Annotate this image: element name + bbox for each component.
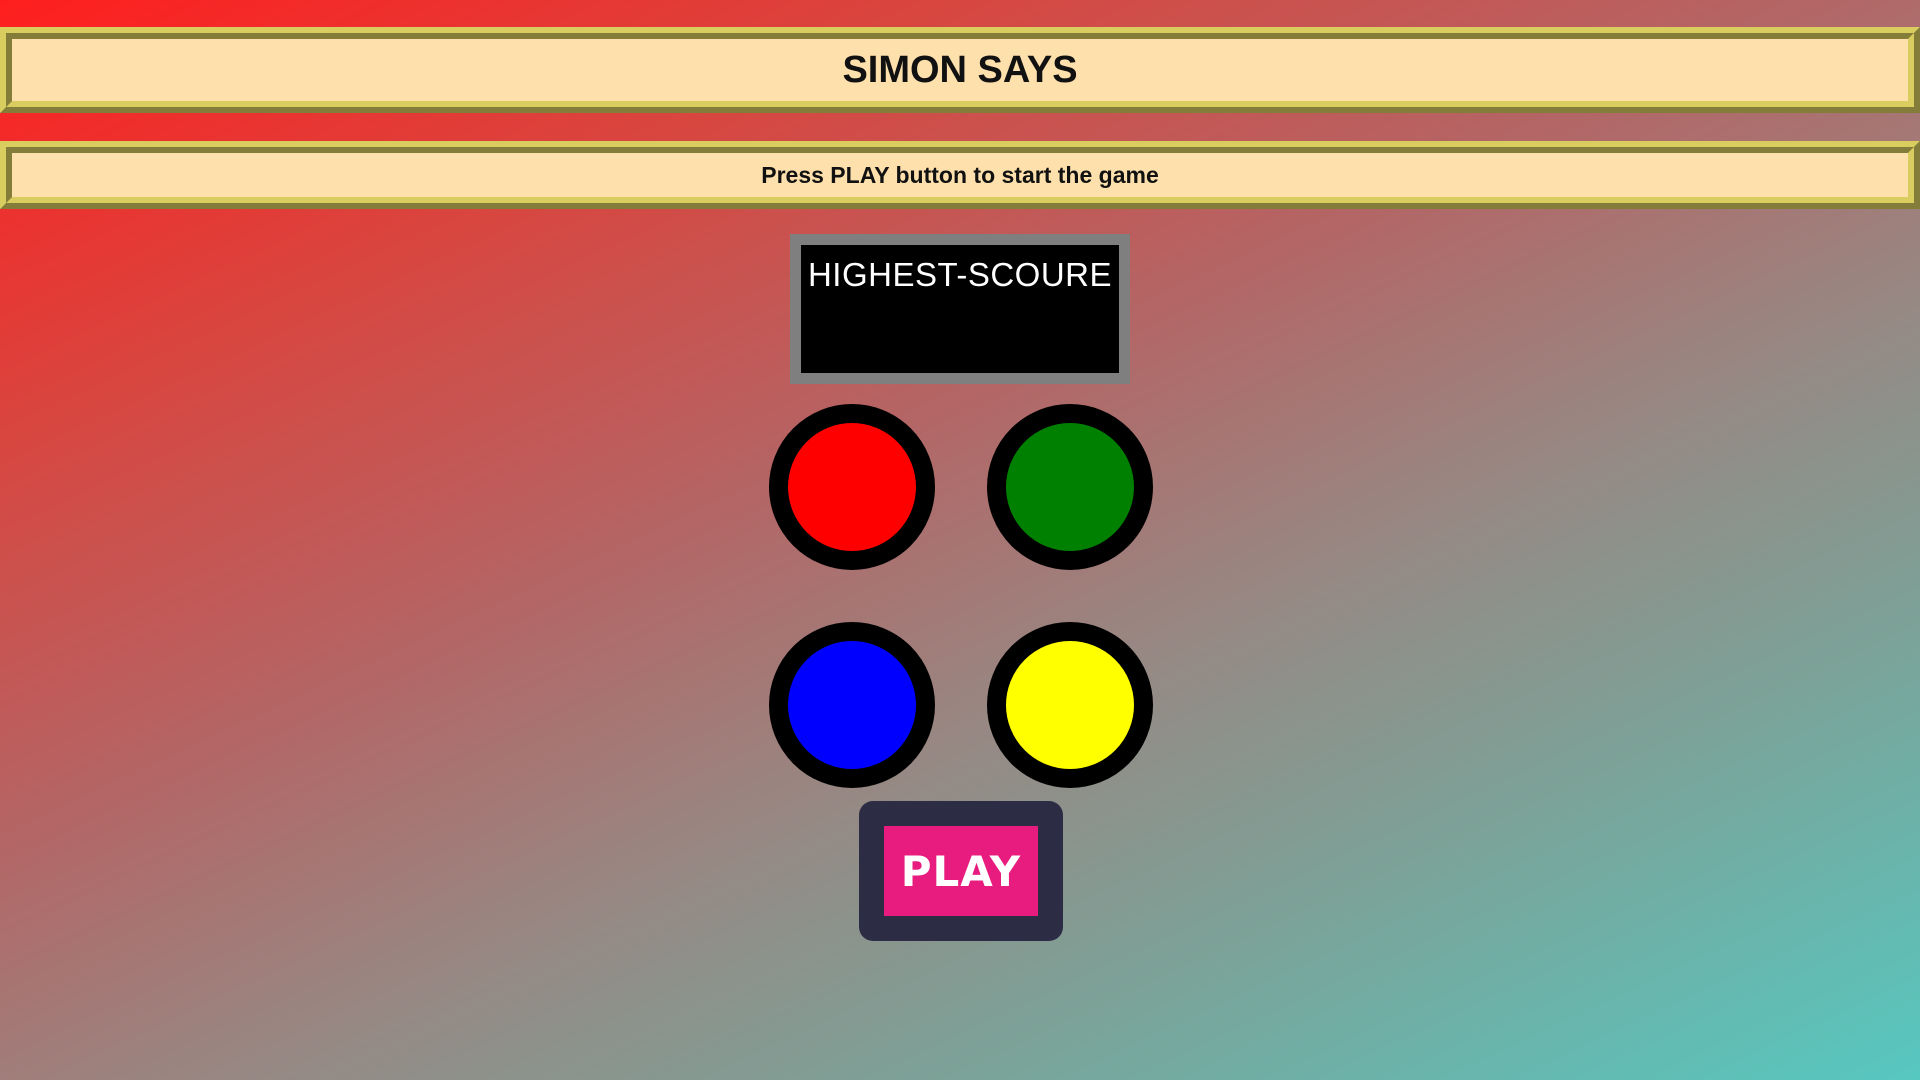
status-banner: Press PLAY button to start the game [0, 141, 1920, 209]
yellow-pad[interactable] [987, 622, 1153, 788]
play-button-frame: PLAY [859, 801, 1063, 941]
status-message: Press PLAY button to start the game [761, 161, 1159, 188]
play-button[interactable]: PLAY [884, 826, 1038, 916]
game-title: SIMON SAYS [842, 48, 1078, 91]
red-pad[interactable] [769, 404, 935, 570]
title-banner: SIMON SAYS [0, 27, 1920, 113]
blue-pad[interactable] [769, 622, 935, 788]
highest-score-display: HIGHEST-SCOURE [790, 234, 1130, 384]
green-pad[interactable] [987, 404, 1153, 570]
highest-score-label: HIGHEST-SCOURE [807, 256, 1113, 293]
